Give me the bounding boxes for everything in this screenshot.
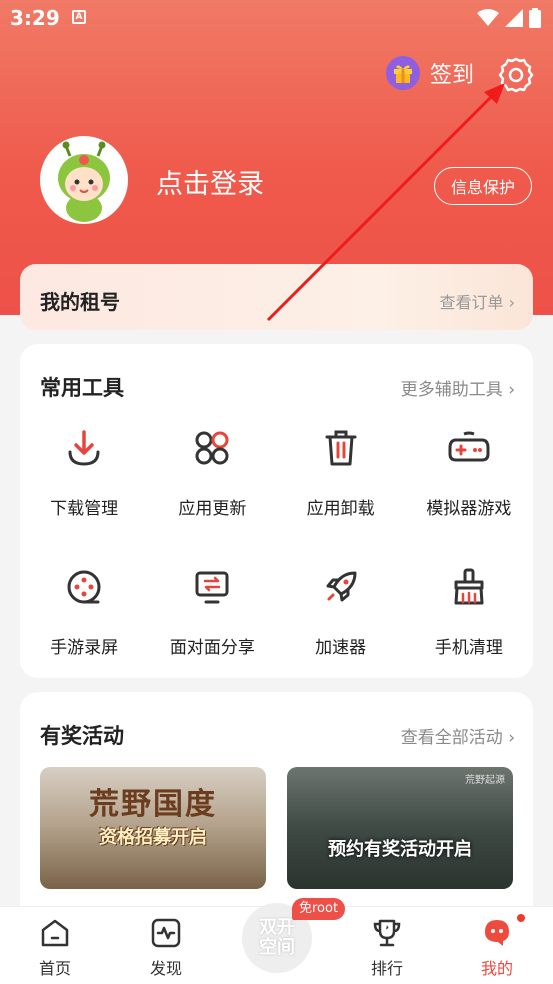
- gift-icon: [386, 56, 420, 90]
- tool-emulator-games[interactable]: 模拟器游戏: [405, 426, 533, 519]
- nav-label: 首页: [38, 959, 71, 978]
- tools-title: 常用工具: [40, 376, 124, 400]
- gamepad-icon: [447, 426, 491, 470]
- tool-label: 手游录屏: [50, 638, 119, 658]
- activities-card: 有奖活动 查看全部活动 › 荒野国度 资格招募开启 荒野起源 预约有奖活动开启: [20, 692, 533, 922]
- view-orders-link[interactable]: 查看订单 ›: [440, 289, 516, 313]
- nav-label: 排行: [370, 959, 403, 978]
- record-icon: [62, 565, 106, 609]
- tool-phone-clean[interactable]: 手机清理: [405, 565, 533, 658]
- bottom-nav: 首页 发现 双开 空间 排行 我的: [0, 903, 553, 984]
- tool-app-uninstall[interactable]: 应用卸载: [277, 426, 405, 519]
- tool-label: 加速器: [315, 638, 367, 658]
- nav-item-mine[interactable]: 我的: [462, 917, 532, 979]
- banner-tag: 荒野起源: [465, 775, 505, 786]
- rent-title: 我的租号: [40, 290, 120, 314]
- signal-icon: [505, 9, 523, 27]
- tool-label: 应用卸载: [306, 499, 375, 519]
- tool-accelerator[interactable]: 加速器: [277, 565, 405, 658]
- sign-in-label: 签到: [430, 63, 475, 88]
- status-icons: [477, 8, 541, 28]
- broom-icon: [447, 565, 491, 609]
- rocket-icon: [319, 565, 363, 609]
- settings-button[interactable]: [497, 56, 535, 94]
- notification-dot: [517, 914, 525, 922]
- nav-item-home[interactable]: 首页: [20, 917, 90, 979]
- tool-app-update[interactable]: 应用更新: [148, 426, 276, 519]
- avatar[interactable]: [40, 136, 128, 224]
- tool-screen-record[interactable]: 手游录屏: [20, 565, 148, 658]
- login-link[interactable]: 点击登录: [156, 162, 264, 201]
- nav-item-ranking[interactable]: 排行: [352, 917, 422, 979]
- tool-face-to-face-share[interactable]: 面对面分享: [148, 565, 276, 658]
- tools-card: 常用工具 更多辅助工具 › 下载管理 应用更新 应用卸载 模拟器游戏 手游录屏 …: [20, 344, 533, 678]
- home-icon: [41, 919, 69, 947]
- wifi-icon: [477, 9, 499, 26]
- app-update-icon: [190, 426, 234, 470]
- download-icon: [62, 426, 106, 470]
- privacy-button[interactable]: 信息保护: [434, 167, 532, 205]
- tool-label: 应用更新: [178, 499, 247, 519]
- activities-title: 有奖活动: [40, 724, 124, 748]
- trash-icon: [319, 426, 363, 470]
- no-root-badge: 免root: [292, 898, 346, 920]
- activity-banner[interactable]: 荒野国度 资格招募开启: [40, 767, 266, 889]
- share-icon: [190, 565, 234, 609]
- status-bar: 3:29 A: [0, 0, 553, 38]
- nav-label: 发现: [149, 959, 182, 978]
- banner-subtitle: 预约有奖活动开启: [328, 839, 472, 860]
- tool-label: 面对面分享: [169, 638, 255, 658]
- more-tools-link[interactable]: 更多辅助工具 ›: [401, 375, 515, 400]
- dual-space-label-line1: 双开: [259, 917, 295, 938]
- status-time: 3:29: [10, 6, 60, 30]
- banner-subtitle: 资格招募开启: [99, 827, 207, 848]
- all-activities-link[interactable]: 查看全部活动 ›: [401, 723, 515, 748]
- gear-icon: [498, 57, 534, 93]
- tool-label: 手机清理: [434, 638, 503, 658]
- tool-label: 下载管理: [50, 499, 119, 519]
- profile-icon: [485, 920, 509, 946]
- tool-download-manager[interactable]: 下载管理: [20, 426, 148, 519]
- battery-icon: [529, 8, 541, 28]
- activity-banner[interactable]: 荒野起源 预约有奖活动开启: [287, 767, 513, 889]
- sign-in-button[interactable]: 签到: [386, 56, 474, 90]
- mascot-icon: [58, 141, 110, 222]
- discover-icon: [151, 918, 181, 948]
- notification-icon: A: [72, 10, 86, 24]
- tool-label: 模拟器游戏: [426, 499, 512, 519]
- tools-grid: 下载管理 应用更新 应用卸载 模拟器游戏 手游录屏 面对面分享 加速器 手机清理: [20, 426, 533, 658]
- dual-space-label-line2: 空间: [259, 937, 295, 958]
- trophy-icon: [373, 919, 401, 947]
- banner-title: 荒野国度: [89, 787, 217, 822]
- nav-item-discover[interactable]: 发现: [131, 917, 201, 979]
- rent-account-card[interactable]: 我的租号 查看订单 ›: [20, 264, 533, 330]
- nav-label: 我的: [480, 959, 513, 978]
